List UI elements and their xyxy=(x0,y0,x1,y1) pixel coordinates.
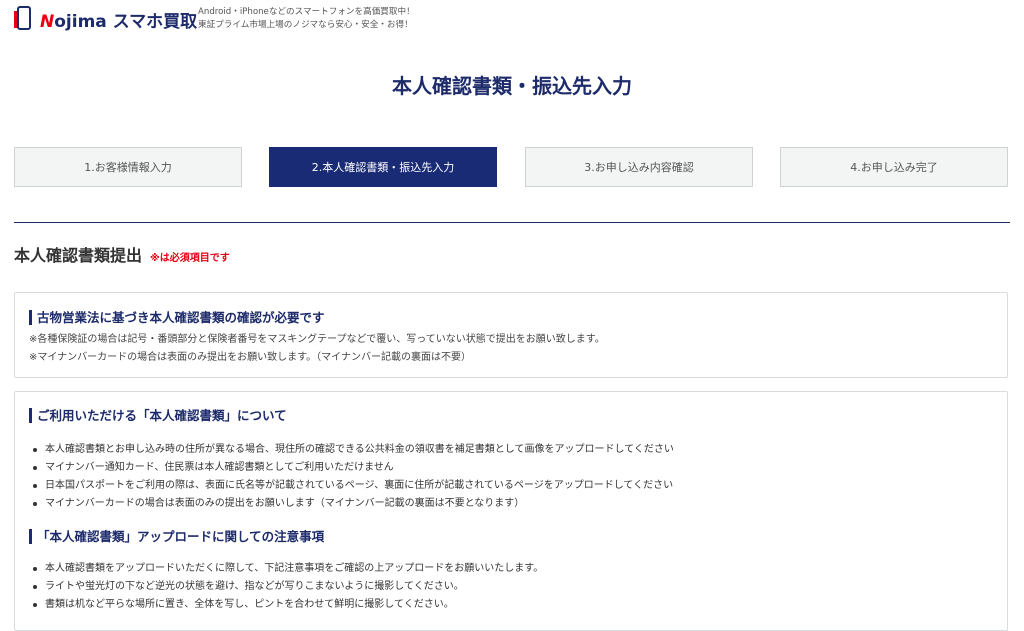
step-1: 1.お客様情報入力 xyxy=(14,147,242,187)
list-item: 日本国パスポートをご利用の際は、表面に氏名等が記載されているページ、裏面に住所が… xyxy=(31,477,674,495)
list-item: マイナンバー通知カード、住民票は本人確認書類としてご利用いただけません xyxy=(31,459,674,477)
usable-documents-list: 本人確認書類とお申し込み時の住所が異なる場合、現住所の確認できる公共料金の領収書… xyxy=(31,441,674,513)
step-4: 4.お申し込み完了 xyxy=(780,147,1008,187)
page-title: 本人確認書類・振込先入力 xyxy=(392,74,632,98)
section-heading: 本人確認書類提出 ※は必須項目です xyxy=(14,242,230,266)
list-item: 本人確認書類をアップロードいただくに際して、下記注意事項をご確認の上アップロード… xyxy=(31,560,543,578)
notice-heading: 古物営業法に基づき本人確認書類の確認が必要です xyxy=(29,310,325,325)
notice-note-mynumber: ※マイナンバーカードの場合は表面のみ提出をお願い致します。（マイナンバー記載の裏… xyxy=(29,352,471,363)
step-3: 3.お申し込み内容確認 xyxy=(525,147,753,187)
step-2-current: 2.本人確認書類・振込先入力 xyxy=(269,147,497,187)
usable-documents-heading: ご利用いただける「本人確認書類」について xyxy=(29,408,287,423)
id-requirement-notice: 古物営業法に基づき本人確認書類の確認が必要です ※各種保険証の場合は記号・番頭部… xyxy=(14,292,1008,378)
phone-logo-icon xyxy=(14,6,34,32)
logo-text: Nojima スマホ買取 xyxy=(40,11,198,32)
header-tagline: Android・iPhoneなどのスマートフォンを高価買取中！ 東証プライム市場… xyxy=(198,6,415,32)
list-item: マイナンバーカードの場合は表面のみの提出をお願いします（マイナンバー記載の裏面は… xyxy=(31,495,674,513)
notice-note-insurance: ※各種保険証の場合は記号・番頭部分と保険者番号をマスキングテープなどで覆い、写っ… xyxy=(29,334,605,345)
nojima-logo[interactable]: Nojima スマホ買取 xyxy=(14,6,197,32)
list-item: 書類は机など平らな場所に置き、全体を写し、ピントを合わせて鮮明に撮影してください… xyxy=(31,596,543,614)
section-divider xyxy=(14,222,1010,223)
list-item: 本人確認書類とお申し込み時の住所が異なる場合、現住所の確認できる公共料金の領収書… xyxy=(31,441,674,459)
tagline-line-2: 東証プライム市場上場のノジマなら安心・安全・お得！ xyxy=(198,20,413,30)
required-note: ※は必須項目です xyxy=(150,253,230,264)
tagline-line-1: Android・iPhoneなどのスマートフォンを高価買取中！ xyxy=(198,7,415,17)
upload-caution-heading: 「本人確認書類」アップロードに関しての注意事項 xyxy=(29,529,324,544)
list-item: ライトや蛍光灯の下など逆光の状態を避け、指などが写りこまないように撮影してくださ… xyxy=(31,578,543,596)
id-document-info: ご利用いただける「本人確認書類」について 本人確認書類とお申し込み時の住所が異な… xyxy=(14,391,1008,631)
progress-steps: 1.お客様情報入力 2.本人確認書類・振込先入力 3.お申し込み内容確認 4.お… xyxy=(14,147,1010,189)
site-header: Nojima スマホ買取 Android・iPhoneなどのスマートフォンを高価… xyxy=(14,6,534,34)
section-title: 本人確認書類提出 xyxy=(14,246,143,265)
upload-caution-list: 本人確認書類をアップロードいただくに際して、下記注意事項をご確認の上アップロード… xyxy=(31,560,543,614)
